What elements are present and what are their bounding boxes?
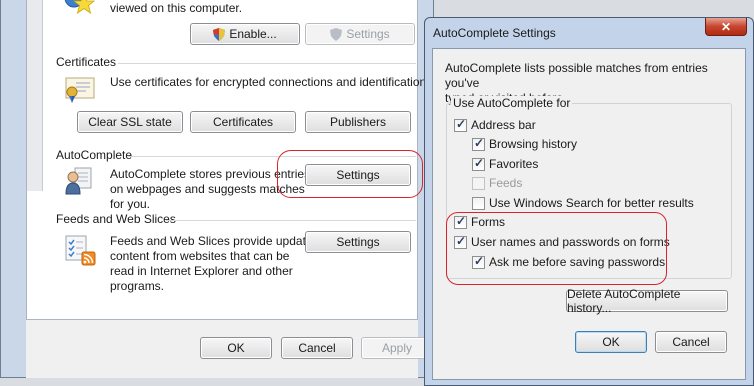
uac-shield-icon xyxy=(330,27,343,41)
certificates-divider xyxy=(118,63,416,64)
option-label: User names and passwords on forms xyxy=(471,235,670,249)
feeds-title: Feeds and Web Slices xyxy=(56,212,176,226)
uac-shield-icon xyxy=(213,27,226,41)
publishers-button-label: Publishers xyxy=(329,115,387,129)
close-icon: ✕ xyxy=(720,19,732,34)
checkbox[interactable] xyxy=(454,234,467,249)
dialog-body: AutoComplete lists possible matches from… xyxy=(432,48,746,380)
content-advisor-settings-button[interactable]: Settings xyxy=(305,23,415,45)
certificates-button-label: Certificates xyxy=(212,115,274,129)
clear-ssl-state-label: Clear SSL state xyxy=(88,115,172,129)
autocomplete-desc-line: on webpages and suggests matches xyxy=(110,182,305,196)
delete-autocomplete-history-button[interactable]: Delete AutoComplete history... xyxy=(566,287,728,315)
option-label: Address bar xyxy=(471,118,536,132)
publishers-button[interactable]: Publishers xyxy=(305,111,411,133)
cancel-button-label: Cancel xyxy=(298,341,336,355)
delete-history-label: Delete AutoComplete history... xyxy=(567,287,681,315)
settings-top-label: Settings xyxy=(346,27,390,41)
autocomplete-settings-button[interactable]: Settings xyxy=(305,164,411,186)
autocomplete-settings-label: Settings xyxy=(336,168,380,182)
certificates-title: Certificates xyxy=(56,55,117,69)
certificates-description: Use certificates for encrypted connectio… xyxy=(110,75,430,89)
checkbox[interactable] xyxy=(454,214,467,229)
checkbox[interactable] xyxy=(454,117,467,132)
cancel-button[interactable]: Cancel xyxy=(281,337,353,359)
autocomplete-divider xyxy=(128,156,416,157)
option-label: Ask me before saving passwords xyxy=(489,255,666,269)
group-legend: Use AutoComplete for xyxy=(451,96,573,110)
option-favorites[interactable]: Favorites xyxy=(472,156,539,171)
option-address-bar[interactable]: Address bar xyxy=(454,117,536,132)
option-ask-before-saving[interactable]: Ask me before saving passwords xyxy=(472,254,666,269)
enable-button[interactable]: Enable... xyxy=(190,23,300,45)
autocomplete-desc-line: AutoComplete stores previous entries xyxy=(110,167,311,181)
dialog-cancel-label: Cancel xyxy=(672,335,710,349)
option-feeds: Feeds xyxy=(472,176,522,190)
intro-line: AutoComplete lists possible matches from… xyxy=(445,61,708,90)
autocomplete-desc-line: for you. xyxy=(110,197,151,211)
apply-button[interactable]: Apply xyxy=(361,337,433,359)
dialog-ok-button[interactable]: OK xyxy=(575,331,647,353)
feeds-description: Feeds and Web Slices provide updated con… xyxy=(110,234,319,294)
checkbox[interactable] xyxy=(472,196,485,210)
option-label: Feeds xyxy=(489,176,523,190)
option-label: Use Windows Search for better results xyxy=(489,196,694,210)
option-forms[interactable]: Forms xyxy=(454,214,505,229)
clear-ssl-state-button[interactable]: Clear SSL state xyxy=(77,111,183,133)
dialog-ok-label: OK xyxy=(602,335,620,349)
autocomplete-user-icon xyxy=(64,166,94,196)
dialog-cancel-button[interactable]: Cancel xyxy=(655,331,727,353)
ok-button-label: OK xyxy=(227,341,245,355)
enable-button-label: Enable... xyxy=(229,27,277,41)
autocomplete-description: AutoComplete stores previous entries on … xyxy=(110,167,310,212)
certificate-icon xyxy=(64,76,96,104)
checkbox[interactable] xyxy=(472,136,485,151)
ok-button[interactable]: OK xyxy=(200,337,272,359)
feeds-desc-line: Feeds and Web Slices provide updated xyxy=(110,234,320,248)
feeds-settings-button[interactable]: Settings xyxy=(305,231,411,253)
checkbox[interactable] xyxy=(472,156,485,171)
close-button[interactable]: ✕ xyxy=(705,18,747,36)
feeds-divider xyxy=(166,220,416,221)
title-bar[interactable]: AutoComplete Settings ✕ xyxy=(425,18,753,48)
top-description: viewed on this computer. xyxy=(110,1,243,15)
autocomplete-title: AutoComplete xyxy=(56,148,133,162)
panel-left-edge xyxy=(27,0,43,191)
feeds-desc-line: content from websites that can be xyxy=(110,249,290,263)
apply-button-label: Apply xyxy=(381,341,413,355)
option-user-names-passwords[interactable]: User names and passwords on forms xyxy=(454,234,670,249)
feeds-desc-line: read in Internet Explorer and other xyxy=(110,264,293,278)
checkbox xyxy=(472,176,485,190)
autocomplete-settings-window: AutoComplete Settings ✕ AutoComplete lis… xyxy=(424,17,754,386)
window-title: AutoComplete Settings xyxy=(433,26,556,40)
parental-star-icon xyxy=(62,0,96,18)
feeds-settings-label: Settings xyxy=(336,235,380,249)
option-windows-search[interactable]: Use Windows Search for better results xyxy=(472,196,694,210)
option-label: Forms xyxy=(471,215,505,229)
certificates-button[interactable]: Certificates xyxy=(190,111,296,133)
option-browsing-history[interactable]: Browsing history xyxy=(472,136,578,151)
option-label: Favorites xyxy=(489,157,539,171)
checkbox[interactable] xyxy=(472,254,485,269)
feeds-desc-line: programs. xyxy=(110,279,165,293)
option-label: Browsing history xyxy=(489,137,578,151)
feeds-icon xyxy=(64,234,96,266)
